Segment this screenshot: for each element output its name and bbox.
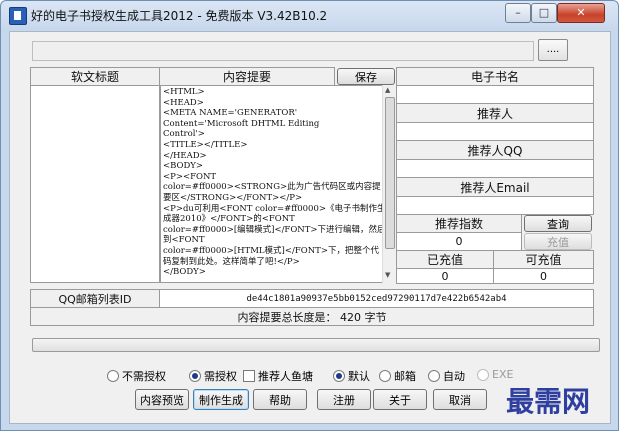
email-label: 邮箱 [394, 370, 416, 383]
content-scrollbar[interactable]: ▲ ▼ [382, 85, 396, 283]
app-window: 好的电子书授权生成工具2012 - 免费版本 V3.42B10.2 – □ ✕ … [0, 0, 619, 431]
recommender-email-input[interactable] [396, 196, 594, 215]
default-radio[interactable]: 默认 [333, 368, 370, 384]
watermark-logo: 最需网 [506, 385, 591, 418]
recommender-label: 推荐人 [396, 103, 594, 123]
header-title: 软文标题 [30, 67, 160, 86]
maximize-button[interactable]: □ [531, 3, 557, 23]
close-button[interactable]: ✕ [557, 3, 605, 23]
generate-button[interactable]: 制作生成 [193, 389, 249, 410]
radio-icon [428, 370, 440, 382]
title-list[interactable] [30, 85, 160, 283]
browse-button[interactable]: .... [538, 39, 568, 61]
charged-label: 已充值 [396, 250, 494, 269]
radio-checked-icon [333, 370, 345, 382]
save-button[interactable]: 保存 [337, 68, 395, 85]
radio-icon [477, 368, 489, 381]
rec-fish-label: 推荐人鱼塘 [258, 370, 313, 383]
radio-checked-icon [189, 370, 201, 382]
recharge-button[interactable]: 充值 [524, 233, 592, 250]
recommender-input[interactable] [396, 122, 594, 141]
summary-length-status: 内容提要总长度是： 420 字节 [30, 307, 594, 326]
radio-icon [379, 370, 391, 382]
ebook-name-input[interactable] [396, 85, 594, 104]
cancel-button[interactable]: 取消 [433, 389, 487, 410]
query-button[interactable]: 查询 [524, 215, 592, 232]
scroll-up-icon[interactable]: ▲ [385, 86, 390, 94]
scroll-thumb[interactable] [385, 97, 395, 249]
no-auth-label: 不需授权 [122, 370, 166, 383]
content-summary-textarea[interactable]: <HTML> <HEAD> <META NAME='GENERATOR' Con… [160, 85, 388, 283]
main-panel: .... 软文标题 内容提要 保存 电子书名 <HTML> <HEAD> <ME… [9, 31, 611, 424]
scroll-down-icon[interactable]: ▼ [385, 271, 390, 279]
recommender-qq-label: 推荐人QQ [396, 140, 594, 160]
rec-index-label: 推荐指数 [396, 214, 522, 233]
register-button[interactable]: 注册 [317, 389, 371, 410]
app-icon [9, 7, 27, 25]
progress-bar [32, 338, 600, 352]
rec-index-value: 0 [396, 232, 522, 251]
path-input[interactable] [32, 41, 534, 61]
need-auth-radio[interactable]: 需授权 [189, 368, 237, 384]
minimize-button[interactable]: – [505, 3, 531, 23]
title-bar: 好的电子书授权生成工具2012 - 免费版本 V3.42B10.2 – □ ✕ [1, 1, 618, 29]
preview-button[interactable]: 内容预览 [135, 389, 189, 410]
about-button[interactable]: 关于 [373, 389, 427, 410]
charged-value: 0 [396, 268, 494, 284]
window-title: 好的电子书授权生成工具2012 - 免费版本 V3.42B10.2 [31, 9, 328, 23]
header-summary: 内容提要 [159, 67, 335, 86]
no-auth-radio[interactable]: 不需授权 [107, 368, 166, 384]
need-auth-label: 需授权 [204, 370, 237, 383]
rechargeable-value: 0 [493, 268, 594, 284]
rec-fish-checkbox[interactable]: 推荐人鱼塘 [243, 368, 313, 384]
radio-icon [107, 370, 119, 382]
email-radio[interactable]: 邮箱 [379, 368, 416, 384]
recommender-email-label: 推荐人Email [396, 177, 594, 197]
checkbox-icon [243, 370, 255, 382]
qq-mail-label: QQ邮箱列表ID [30, 289, 160, 308]
auto-radio[interactable]: 自动 [428, 368, 465, 384]
default-label: 默认 [348, 370, 370, 383]
qq-mail-id-input[interactable]: de44c1801a90937e5bb0152ced97290117d7e422… [159, 289, 594, 308]
recommender-qq-input[interactable] [396, 159, 594, 178]
header-ebook-name: 电子书名 [396, 67, 594, 86]
auto-label: 自动 [443, 370, 465, 383]
rechargeable-label: 可充值 [493, 250, 594, 269]
help-button[interactable]: 帮助 [253, 389, 307, 410]
